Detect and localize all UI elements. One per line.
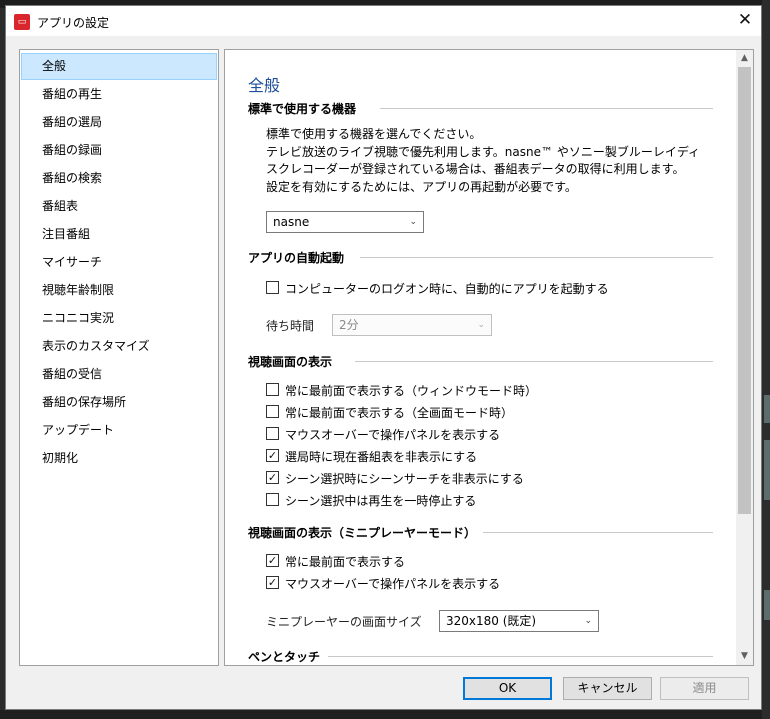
scroll-up-icon[interactable]: ▲ — [736, 50, 753, 67]
cancel-button[interactable]: キャンセル — [563, 677, 652, 700]
settings-category-list: 全般 番組の再生 番組の選局 番組の録画 番組の検索 番組表 注目番組 マイサー… — [19, 49, 219, 666]
divider — [360, 257, 713, 258]
view-option-label: マウスオーバーで操作パネルを表示する — [285, 428, 501, 442]
title-bar: ▭ アプリの設定 ✕ — [6, 6, 761, 36]
description-line: 標準で使用する機器を選んでください。 — [266, 127, 482, 141]
description-line: テレビ放送のライブ視聴で優先利用します。nasne™ やソニー製ブルーレイディ — [266, 144, 700, 159]
mini-option-checkbox[interactable]: ✓ — [266, 554, 279, 567]
view-option-label: 常に最前面で表示する（全画面モード時） — [285, 406, 514, 420]
settings-content-panel: 全般 標準で使用する機器 標準で使用する機器を選んでください。 テレビ放送のライ… — [224, 49, 754, 666]
background-stripe — [764, 395, 770, 423]
view-option-label: 選局時に現在番組表を非表示にする — [285, 450, 478, 464]
device-group-heading: 標準で使用する機器 — [248, 102, 357, 116]
vertical-scrollbar[interactable]: ▲ ▼ — [736, 50, 753, 665]
sidebar-item-recording[interactable]: 番組の録画 — [21, 137, 217, 164]
sidebar-item-program-guide[interactable]: 番組表 — [21, 193, 217, 220]
sidebar-item-update[interactable]: アップデート — [21, 417, 217, 444]
mini-option-label: 常に最前面で表示する — [285, 555, 406, 569]
sidebar-item-featured[interactable]: 注目番組 — [21, 221, 217, 248]
view-option-checkbox[interactable] — [266, 383, 279, 396]
mini-size-label: ミニプレーヤーの画面サイズ — [266, 615, 422, 629]
device-select-value: nasne — [273, 215, 310, 229]
view-option-label: 常に最前面で表示する（ウィンドウモード時） — [285, 384, 538, 398]
wait-time-select[interactable]: 2分 ⌄ — [332, 314, 492, 336]
chevron-down-icon: ⌄ — [584, 616, 592, 626]
background-app-bottom — [0, 710, 770, 719]
scroll-down-icon[interactable]: ▼ — [736, 648, 753, 665]
view-option-checkbox[interactable] — [266, 427, 279, 440]
view-group-heading: 視聴画面の表示 — [248, 355, 333, 369]
sidebar-item-playback[interactable]: 番組の再生 — [21, 81, 217, 108]
background-app-right — [762, 0, 770, 719]
divider — [355, 361, 713, 362]
autostart-label: コンピューターのログオン時に、自動的にアプリを起動する — [285, 282, 609, 296]
mini-player-group-heading: 視聴画面の表示（ミニプレーヤーモード） — [248, 526, 477, 540]
mini-option-checkbox[interactable]: ✓ — [266, 576, 279, 589]
background-stripe — [764, 590, 770, 620]
description-line: スクレコーダーが登録されている場合は、番組表データの取得に利用します。 — [266, 162, 685, 176]
pen-group-heading: ペンとタッチ — [248, 650, 321, 664]
view-option-checkbox[interactable] — [266, 493, 279, 506]
sidebar-item-reset[interactable]: 初期化 — [21, 445, 217, 472]
chevron-down-icon: ⌄ — [409, 217, 417, 227]
chevron-down-icon: ⌄ — [477, 320, 485, 330]
mini-size-select[interactable]: 320x180 (既定) ⌄ — [439, 610, 599, 632]
device-description: 標準で使用する機器を選んでください。 テレビ放送のライブ視聴で優先利用します。n… — [266, 126, 716, 196]
divider — [328, 656, 713, 657]
wait-time-label: 待ち時間 — [266, 319, 315, 333]
sidebar-item-reception[interactable]: 番組の受信 — [21, 361, 217, 388]
apply-button[interactable]: 適用 — [660, 677, 749, 700]
sidebar-item-my-search[interactable]: マイサーチ — [21, 249, 217, 276]
settings-dialog: ▭ アプリの設定 ✕ 全般 番組の再生 番組の選局 番組の録画 番組の検索 番組… — [5, 5, 762, 710]
divider — [380, 108, 713, 109]
view-option-checkbox[interactable]: ✓ — [266, 449, 279, 462]
view-option-label: シーン選択時にシーンサーチを非表示にする — [285, 472, 524, 486]
sidebar-item-search[interactable]: 番組の検索 — [21, 165, 217, 192]
close-button[interactable]: ✕ — [729, 6, 761, 36]
ok-button[interactable]: OK — [463, 677, 552, 700]
mini-size-value: 320x180 (既定) — [446, 614, 537, 628]
sidebar-item-general[interactable]: 全般 — [21, 53, 217, 80]
divider — [483, 532, 713, 533]
sidebar-item-niconico[interactable]: ニコニコ実況 — [21, 305, 217, 332]
sidebar-item-channel-select[interactable]: 番組の選局 — [21, 109, 217, 136]
background-stripe — [764, 440, 770, 500]
mini-option-label: マウスオーバーで操作パネルを表示する — [285, 577, 501, 591]
autostart-checkbox[interactable] — [266, 281, 279, 294]
autostart-group-heading: アプリの自動起動 — [248, 251, 345, 265]
wait-time-value: 2分 — [339, 318, 359, 332]
view-option-checkbox[interactable]: ✓ — [266, 471, 279, 484]
view-option-label: シーン選択中は再生を一時停止する — [285, 494, 477, 508]
sidebar-item-storage[interactable]: 番組の保存場所 — [21, 389, 217, 416]
description-line: 設定を有効にするためには、アプリの再起動が必要です。 — [266, 179, 577, 194]
sidebar-item-age-restriction[interactable]: 視聴年齢制限 — [21, 277, 217, 304]
window-title: アプリの設定 — [37, 16, 110, 30]
app-icon: ▭ — [14, 14, 30, 30]
sidebar-item-display-customize[interactable]: 表示のカスタマイズ — [21, 333, 217, 360]
view-option-checkbox[interactable] — [266, 405, 279, 418]
scrollbar-thumb[interactable] — [738, 67, 751, 514]
device-select[interactable]: nasne ⌄ — [266, 211, 424, 233]
page-title: 全般 — [248, 76, 281, 95]
